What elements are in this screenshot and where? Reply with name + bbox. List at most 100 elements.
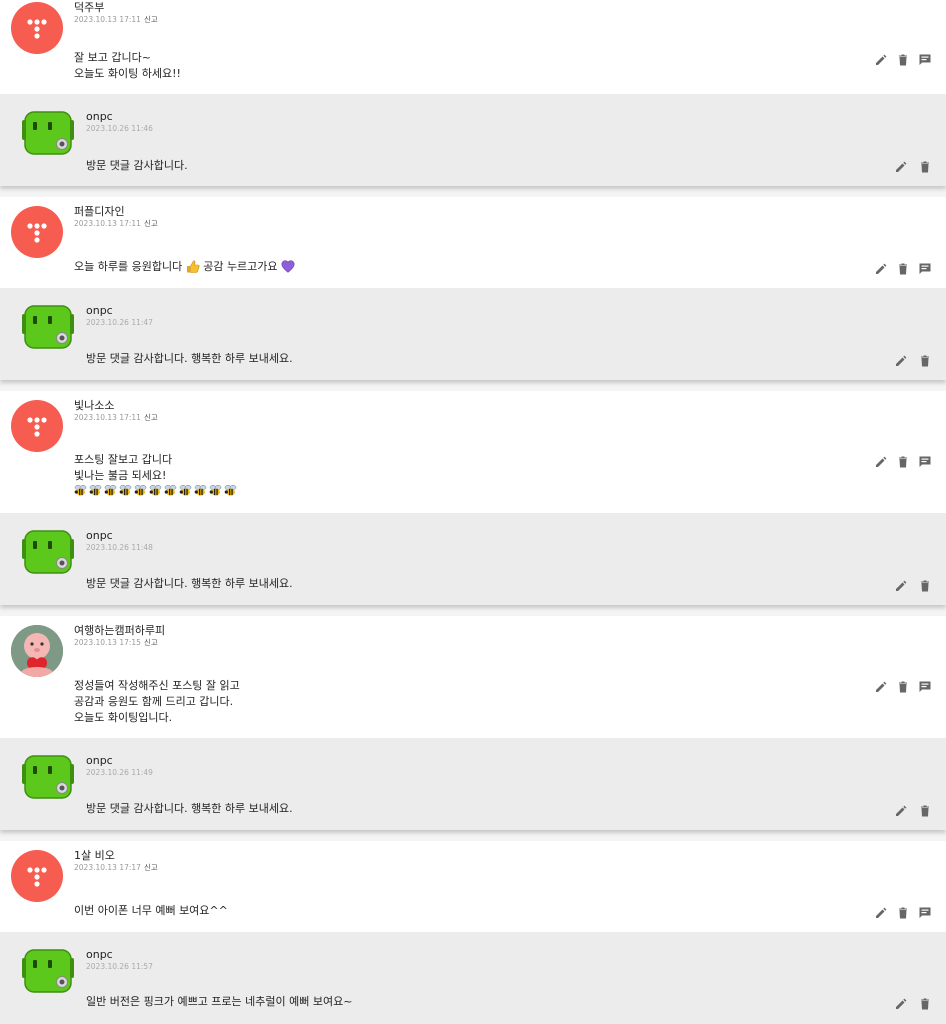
comment-author[interactable]: 빛나소소 (74, 399, 114, 413)
edit-button[interactable] (894, 354, 908, 368)
comment-actions (874, 680, 932, 694)
robot-avatar-icon (22, 111, 74, 155)
reply-button[interactable] (918, 906, 932, 920)
bee-emoji (119, 484, 132, 501)
default-avatar-icon (27, 417, 47, 437)
reply-avatar[interactable] (22, 106, 74, 158)
reply-body: 방문 댓글 감사합니다. 행복한 하루 보내세요. (86, 351, 293, 367)
edit-button[interactable] (874, 906, 888, 920)
pink-character-avatar-icon (11, 625, 63, 677)
report-link[interactable]: 신고 (144, 863, 158, 872)
reply-actions (894, 804, 932, 818)
reply-author[interactable]: onpc (86, 529, 113, 543)
edit-button[interactable] (874, 53, 888, 67)
reply-button[interactable] (918, 680, 932, 694)
bee-emoji-row (74, 484, 239, 501)
reply-button[interactable] (918, 455, 932, 469)
comment-author[interactable]: 퍼플디자인 (74, 205, 125, 219)
comment: 빛나소소 2023.10.13 17:11 신고 포스팅 잘보고 갑니다 빛나는 … (0, 391, 946, 513)
report-link[interactable]: 신고 (144, 413, 158, 422)
comment-line: 잘 보고 갑니다~ (74, 51, 151, 64)
reply-line: 방문 댓글 감사합니다. 행복한 하루 보내세요. (86, 352, 293, 365)
delete-button[interactable] (918, 579, 932, 593)
edit-button[interactable] (894, 579, 908, 593)
reply-date: 2023.10.26 11:57 (86, 962, 153, 971)
report-link[interactable]: 신고 (144, 219, 158, 228)
reply: onpc 2023.10.26 11:48 방문 댓글 감사합니다. 행복한 하… (0, 513, 946, 605)
comment-meta: 2023.10.13 17:11 신고 (74, 15, 158, 25)
comment-date: 2023.10.13 17:11 (74, 219, 141, 228)
report-link[interactable]: 신고 (144, 638, 158, 647)
comment-body: 이번 아이폰 너무 예뻐 보여요^^ (74, 903, 228, 919)
avatar[interactable] (11, 206, 63, 258)
avatar[interactable] (11, 625, 63, 677)
comment-author[interactable]: 덕주부 (74, 1, 104, 15)
bee-emoji (194, 484, 207, 501)
reply-body: 방문 댓글 감사합니다. 행복한 하루 보내세요. (86, 801, 293, 817)
comment-meta: 2023.10.13 17:17 신고 (74, 863, 158, 873)
trash-icon (899, 907, 907, 919)
edit-button[interactable] (874, 680, 888, 694)
delete-button[interactable] (896, 53, 910, 67)
reply-actions (894, 160, 932, 174)
bee-emoji (209, 484, 222, 501)
comment-author[interactable]: 여행하는캠퍼하루피 (74, 624, 165, 638)
trash-icon (899, 456, 907, 468)
comment-date: 2023.10.13 17:15 (74, 638, 141, 647)
comment: 1살 비오 2023.10.13 17:17 신고 이번 아이폰 너무 예뻐 보여… (0, 841, 946, 932)
pencil-icon (896, 355, 907, 366)
comment: 덕주부 2023.10.13 17:11 신고 잘 보고 갑니다~ 오늘도 화이팅… (0, 0, 946, 94)
comment-list: 덕주부 2023.10.13 17:11 신고 잘 보고 갑니다~ 오늘도 화이팅… (0, 0, 946, 1024)
delete-button[interactable] (896, 455, 910, 469)
trash-icon (921, 805, 929, 817)
delete-button[interactable] (896, 680, 910, 694)
delete-button[interactable] (918, 354, 932, 368)
reply-body: 방문 댓글 감사합니다. 행복한 하루 보내세요. (86, 576, 293, 592)
reply-author[interactable]: onpc (86, 948, 113, 962)
comment-date: 2023.10.13 17:11 (74, 413, 141, 422)
comment-body: 오늘 하루를 응원합니다 공감 누르고가요 (74, 259, 295, 275)
edit-button[interactable] (894, 160, 908, 174)
reply-body: 방문 댓글 감사합니다. (86, 158, 188, 174)
avatar[interactable] (11, 2, 63, 54)
reply-author[interactable]: onpc (86, 304, 113, 318)
reply-line: 일반 버전은 핑크가 예쁘고 프로는 네추럴이 예뻐 보여요~ (86, 995, 353, 1008)
robot-avatar-icon (22, 305, 74, 349)
comment-actions (874, 53, 932, 67)
edit-button[interactable] (894, 997, 908, 1011)
delete-button[interactable] (896, 262, 910, 276)
avatar[interactable] (11, 850, 63, 902)
reply-author[interactable]: onpc (86, 110, 113, 124)
report-link[interactable]: 신고 (144, 15, 158, 24)
comment-body: 포스팅 잘보고 갑니다 빛나는 불금 되세요! (74, 452, 239, 501)
reply-button[interactable] (918, 262, 932, 276)
comment-line: 오늘도 화이팅 하세요!! (74, 67, 181, 80)
trash-icon (921, 998, 929, 1010)
reply-date: 2023.10.26 11:46 (86, 124, 153, 133)
comment: 퍼플디자인 2023.10.13 17:11 신고 오늘 하루를 응원합니다 공감… (0, 197, 946, 288)
delete-button[interactable] (896, 906, 910, 920)
edit-button[interactable] (874, 455, 888, 469)
reply-avatar[interactable] (22, 944, 74, 996)
trash-icon (899, 54, 907, 66)
reply-avatar[interactable] (22, 750, 74, 802)
bee-emoji (224, 484, 237, 501)
reply: onpc 2023.10.26 11:49 방문 댓글 감사합니다. 행복한 하… (0, 738, 946, 830)
reply-avatar[interactable] (22, 525, 74, 577)
avatar[interactable] (11, 400, 63, 452)
reply-date: 2023.10.26 11:48 (86, 543, 153, 552)
reply-avatar[interactable] (22, 300, 74, 352)
delete-button[interactable] (918, 804, 932, 818)
comment-icon (919, 54, 931, 65)
delete-button[interactable] (918, 160, 932, 174)
reply-actions (894, 997, 932, 1011)
edit-button[interactable] (874, 262, 888, 276)
comment-author[interactable]: 1살 비오 (74, 849, 115, 863)
reply-author[interactable]: onpc (86, 754, 113, 768)
comment-line: 빛나는 불금 되세요! (74, 469, 167, 482)
reply-actions (894, 354, 932, 368)
reply-button[interactable] (918, 53, 932, 67)
pencil-icon (876, 456, 887, 467)
edit-button[interactable] (894, 804, 908, 818)
delete-button[interactable] (918, 997, 932, 1011)
